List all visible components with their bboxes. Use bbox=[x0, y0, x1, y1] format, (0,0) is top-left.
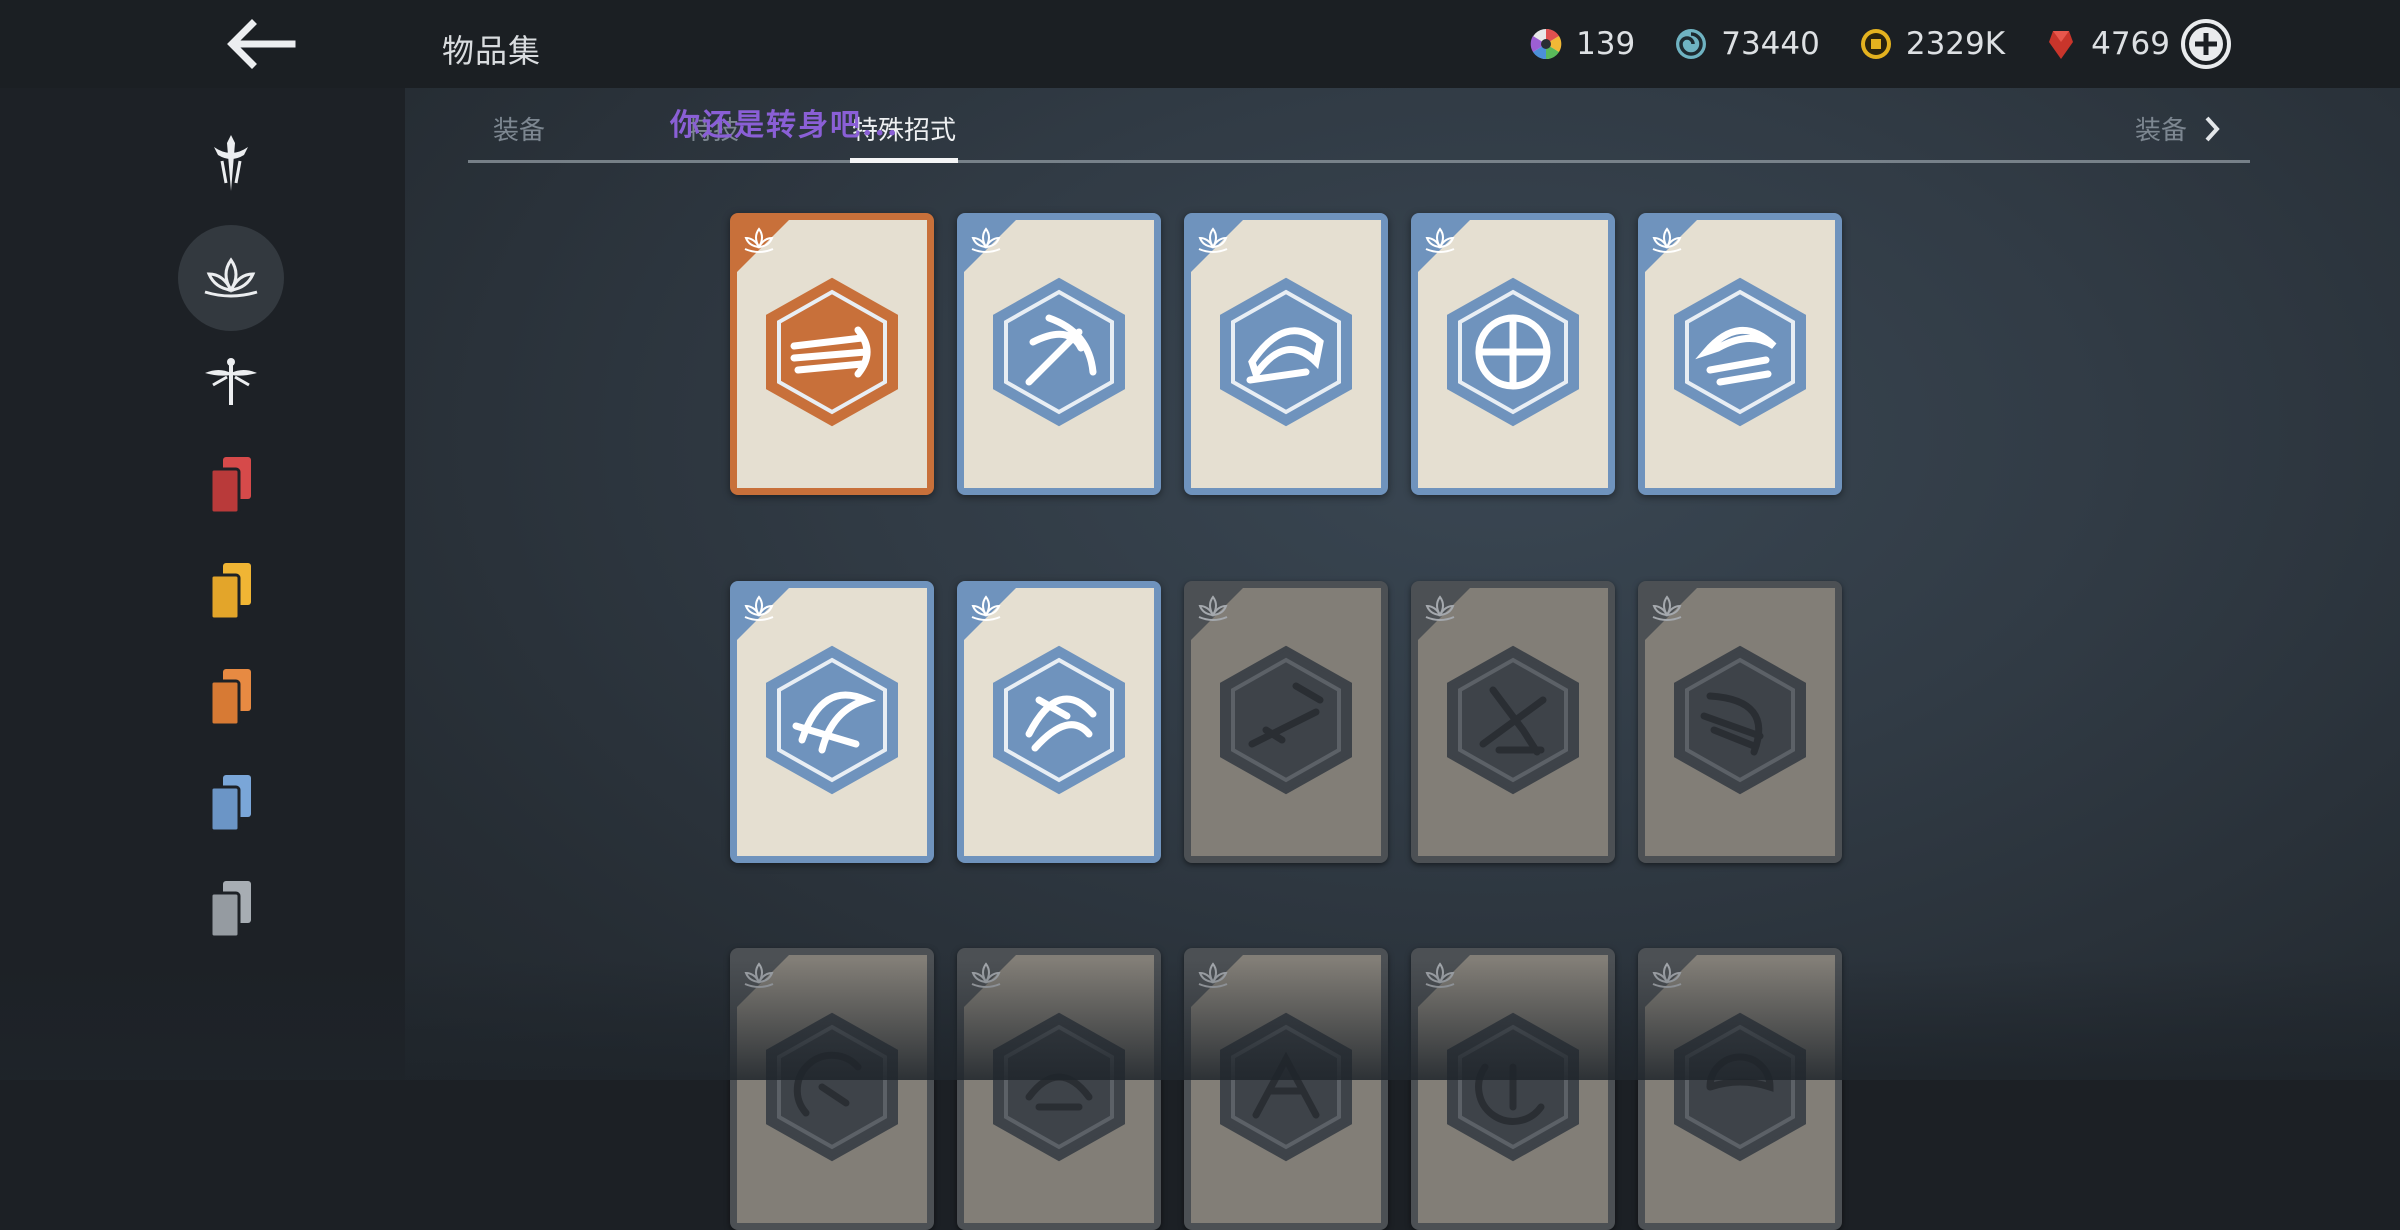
yellow-cards-icon bbox=[209, 563, 251, 621]
skill-card[interactable] bbox=[957, 213, 1161, 495]
lotus-icon bbox=[971, 227, 1001, 253]
lotus-icon bbox=[1652, 595, 1682, 621]
sidebar bbox=[0, 88, 405, 1080]
skill-card[interactable] bbox=[1184, 213, 1388, 495]
page-title: 物品集 bbox=[442, 32, 542, 70]
spin-slash-icon bbox=[993, 645, 1125, 795]
sword-emblem-icon bbox=[214, 135, 248, 191]
blue-cards-icon bbox=[209, 775, 251, 833]
currency-value: 73440 bbox=[1721, 26, 1820, 62]
curved-slash-icon bbox=[993, 277, 1125, 427]
skill-card[interactable] bbox=[1638, 581, 1842, 863]
skill-card[interactable] bbox=[1184, 948, 1388, 1230]
lotus-icon bbox=[1198, 962, 1228, 988]
currency-coins[interactable]: 2329K bbox=[1858, 26, 2005, 62]
overlay-caption: 你还是转身吧... bbox=[670, 108, 900, 143]
triple-blade-icon bbox=[766, 277, 898, 427]
plus-circle-icon bbox=[2181, 19, 2231, 69]
tab-next-label: 装备 bbox=[2134, 116, 2187, 146]
orange-cards-icon bbox=[209, 669, 251, 727]
chevron-right-icon bbox=[2205, 116, 2220, 141]
skill-icon bbox=[993, 1012, 1125, 1162]
fan-blade-icon bbox=[1220, 277, 1352, 427]
skill-card[interactable] bbox=[957, 581, 1161, 863]
tab-underline bbox=[468, 160, 2250, 163]
lotus-icon bbox=[971, 962, 1001, 988]
sidebar-item-equipment[interactable] bbox=[178, 110, 284, 216]
lotus-icon bbox=[1198, 595, 1228, 621]
lotus-icon bbox=[1425, 962, 1455, 988]
lotus-icon bbox=[744, 595, 774, 621]
skill-icon bbox=[1447, 1012, 1579, 1162]
skill-card[interactable] bbox=[730, 213, 934, 495]
gray-cards-icon bbox=[209, 881, 251, 939]
sidebar-item-yellow-cards[interactable] bbox=[178, 538, 284, 644]
tab-equipment[interactable]: 装备 bbox=[493, 110, 545, 147]
lotus-icon bbox=[204, 257, 258, 298]
red-cards-icon bbox=[209, 457, 251, 515]
skill-card[interactable] bbox=[957, 948, 1161, 1230]
skill-card[interactable] bbox=[730, 581, 934, 863]
sidebar-item-dragonfly[interactable] bbox=[178, 328, 284, 434]
sidebar-item-gray-cards[interactable] bbox=[178, 856, 284, 962]
sidebar-item-red-cards[interactable] bbox=[178, 432, 284, 538]
dagger-strike-icon bbox=[1447, 645, 1579, 795]
skill-icon bbox=[1674, 1012, 1806, 1162]
skill-card[interactable] bbox=[730, 948, 934, 1230]
currency-value: 139 bbox=[1576, 26, 1636, 62]
skill-card[interactable] bbox=[1638, 213, 1842, 495]
currency-bar: 139 73440 2329K 4769 bbox=[1490, 22, 2170, 66]
skill-icon bbox=[1220, 1012, 1352, 1162]
sidebar-item-orange-cards[interactable] bbox=[178, 644, 284, 750]
lotus-icon bbox=[1652, 962, 1682, 988]
crescent-sword-icon bbox=[1674, 277, 1806, 427]
add-currency-button[interactable] bbox=[2180, 18, 2232, 70]
red-gem-icon bbox=[2049, 31, 2074, 59]
skill-card[interactable] bbox=[1411, 213, 1615, 495]
lotus-icon bbox=[1652, 227, 1682, 253]
lotus-icon bbox=[1425, 595, 1455, 621]
lotus-icon bbox=[971, 595, 1001, 621]
skill-card[interactable] bbox=[1411, 581, 1615, 863]
arc-blade-icon bbox=[1674, 645, 1806, 795]
tab-next[interactable]: 装备 bbox=[2135, 110, 2225, 147]
currency-spiral[interactable]: 73440 bbox=[1673, 26, 1820, 62]
color-orb-icon bbox=[1530, 28, 1562, 60]
lotus-icon bbox=[1425, 227, 1455, 253]
tab-active-indicator bbox=[850, 158, 958, 163]
top-bar: 物品集 139 73440 2329K 4769 bbox=[0, 0, 2400, 88]
skill-card[interactable] bbox=[1638, 948, 1842, 1230]
skill-card[interactable] bbox=[1184, 581, 1388, 863]
currency-gems[interactable]: 4769 bbox=[2043, 26, 2170, 62]
coin-icon bbox=[1860, 29, 1891, 59]
tab-bar: 装备 特技 特殊招式 你还是转身吧... 装备 bbox=[435, 88, 2250, 164]
arrow-left-icon bbox=[227, 19, 296, 69]
lotus-icon bbox=[744, 227, 774, 253]
skill-card[interactable] bbox=[1411, 948, 1615, 1230]
thrust-slash-icon bbox=[1220, 645, 1352, 795]
currency-orbs[interactable]: 139 bbox=[1528, 26, 1635, 62]
sidebar-item-blue-cards[interactable] bbox=[178, 750, 284, 856]
lotus-icon bbox=[744, 962, 774, 988]
currency-value: 2329K bbox=[1905, 26, 2006, 62]
back-button[interactable] bbox=[222, 18, 296, 70]
dragonfly-icon bbox=[205, 358, 257, 405]
lotus-icon bbox=[1198, 227, 1228, 253]
currency-value: 4769 bbox=[2091, 26, 2170, 62]
sidebar-item-skills[interactable] bbox=[178, 225, 284, 331]
skill-icon bbox=[766, 1012, 898, 1162]
main-panel: 装备 特技 特殊招式 你还是转身吧... 装备 bbox=[405, 88, 2400, 1230]
sweep-slash-icon bbox=[766, 645, 898, 795]
circle-bow-icon bbox=[1447, 277, 1579, 427]
spiral-icon bbox=[1676, 29, 1707, 59]
